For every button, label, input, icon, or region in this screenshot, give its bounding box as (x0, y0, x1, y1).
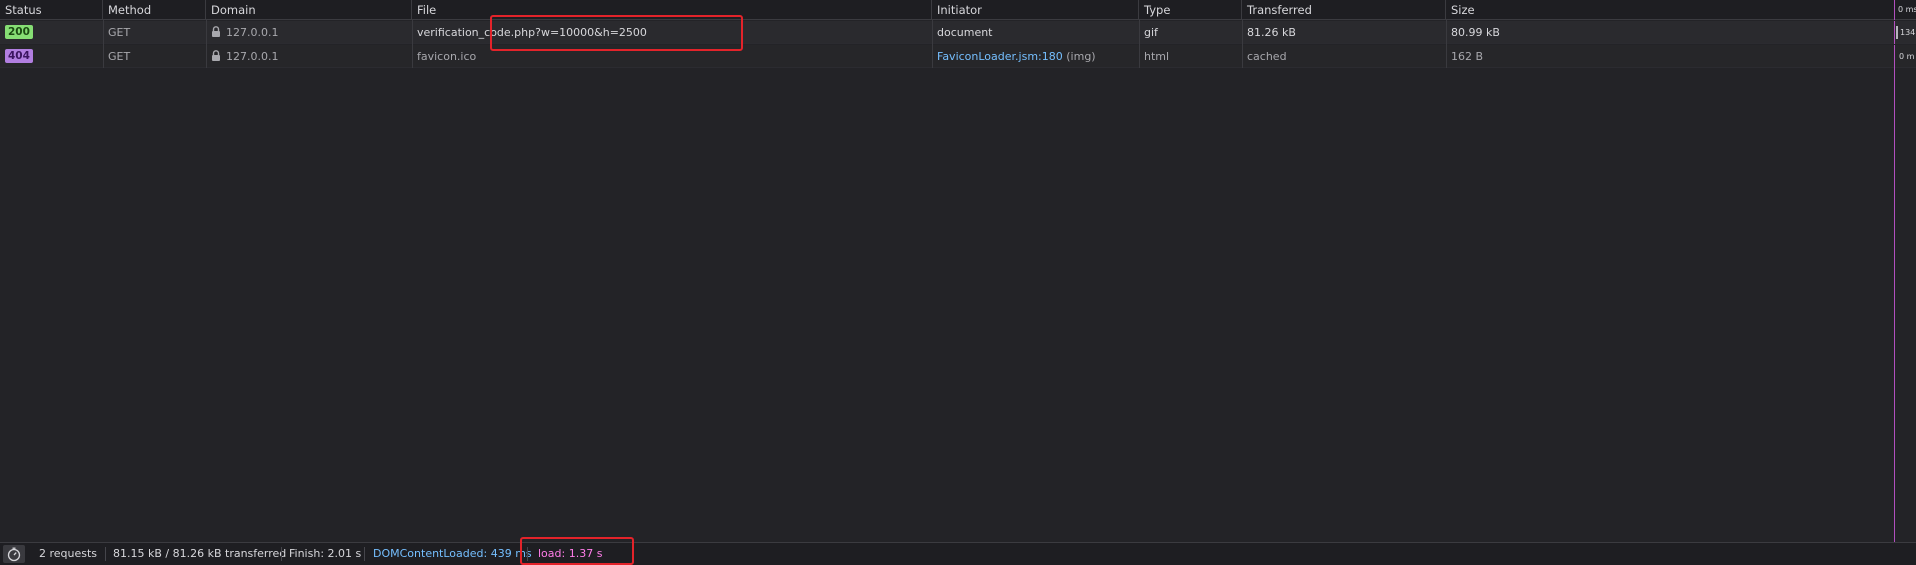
method-cell: GET (108, 50, 131, 63)
waterfall-label: 134 (1900, 28, 1916, 37)
lock-icon (212, 50, 220, 61)
transferred-cell: cached (1247, 50, 1287, 63)
divider (364, 547, 365, 561)
status-badge: 404 (5, 49, 33, 63)
load-time: load: 1.37 s (538, 547, 603, 560)
performance-analysis-button[interactable] (3, 545, 25, 563)
network-panel: Status Method Domain File Initiator Type… (0, 0, 1916, 565)
size-cell: 80.99 kB (1451, 26, 1500, 39)
method-cell: GET (108, 26, 131, 39)
request-table-header: Status Method Domain File Initiator Type… (0, 0, 1916, 20)
initiator-suffix: (img) (1066, 50, 1096, 63)
size-cell: 162 B (1451, 50, 1484, 63)
domain-text: 127.0.0.1 (226, 26, 279, 39)
column-header-status[interactable]: Status (0, 0, 103, 20)
column-divider[interactable] (103, 20, 104, 68)
waterfall-cell: 0 m (1894, 45, 1916, 68)
type-cell: gif (1144, 26, 1158, 39)
column-header-method[interactable]: Method (103, 0, 206, 20)
column-header-size[interactable]: Size (1446, 0, 1894, 20)
column-header-initiator[interactable]: Initiator (932, 0, 1139, 20)
initiator-link[interactable]: FaviconLoader.jsm:180 (937, 50, 1063, 63)
column-divider[interactable] (932, 20, 933, 68)
domain-cell: 127.0.0.1 (206, 21, 412, 44)
divider (281, 547, 282, 561)
file-cell: verification_code.php?w=10000&h=2500 (417, 26, 647, 39)
dom-content-loaded-time: DOMContentLoaded: 439 ms (373, 547, 532, 560)
initiator-cell: FaviconLoader.jsm:180 (img) (932, 45, 1139, 68)
stopwatch-icon (7, 547, 21, 562)
divider (105, 547, 106, 561)
initiator-cell: document (937, 26, 993, 39)
file-cell: favicon.ico (417, 50, 477, 63)
column-header-waterfall[interactable]: 0 ms (1894, 0, 1916, 20)
transferred-cell: 81.26 kB (1247, 26, 1296, 39)
waterfall-bar (1896, 26, 1898, 39)
column-header-domain[interactable]: Domain (206, 0, 412, 20)
status-cell: 200 (0, 21, 103, 44)
network-summary-bar: 2 requests 81.15 kB / 81.26 kB transferr… (0, 542, 1916, 565)
domain-text: 127.0.0.1 (226, 50, 279, 63)
column-divider[interactable] (206, 20, 207, 68)
column-header-file[interactable]: File (412, 0, 932, 20)
column-divider[interactable] (1139, 20, 1140, 68)
waterfall-cell: 134 (1894, 21, 1916, 44)
status-cell: 404 (0, 45, 103, 68)
request-row[interactable]: 404 GET 127.0.0.1 favicon.ico FaviconLoa… (0, 45, 1916, 68)
column-header-type[interactable]: Type (1139, 0, 1242, 20)
transferred-summary: 81.15 kB / 81.26 kB transferred (113, 547, 287, 560)
domain-cell: 127.0.0.1 (206, 45, 412, 68)
column-divider[interactable] (1242, 20, 1243, 68)
column-header-transferred[interactable]: Transferred (1242, 0, 1446, 20)
waterfall-label: 0 m (1899, 52, 1915, 61)
request-count: 2 requests (39, 547, 98, 560)
column-divider[interactable] (1446, 20, 1447, 68)
type-cell: html (1144, 50, 1170, 63)
status-badge: 200 (5, 25, 33, 39)
column-divider[interactable] (412, 20, 413, 68)
request-row[interactable]: 200 GET 127.0.0.1 verification_code.php?… (0, 21, 1916, 44)
load-timing-line (1894, 68, 1895, 542)
divider (527, 547, 528, 561)
finish-time: Finish: 2.01 s (289, 547, 362, 560)
lock-icon (212, 26, 220, 37)
